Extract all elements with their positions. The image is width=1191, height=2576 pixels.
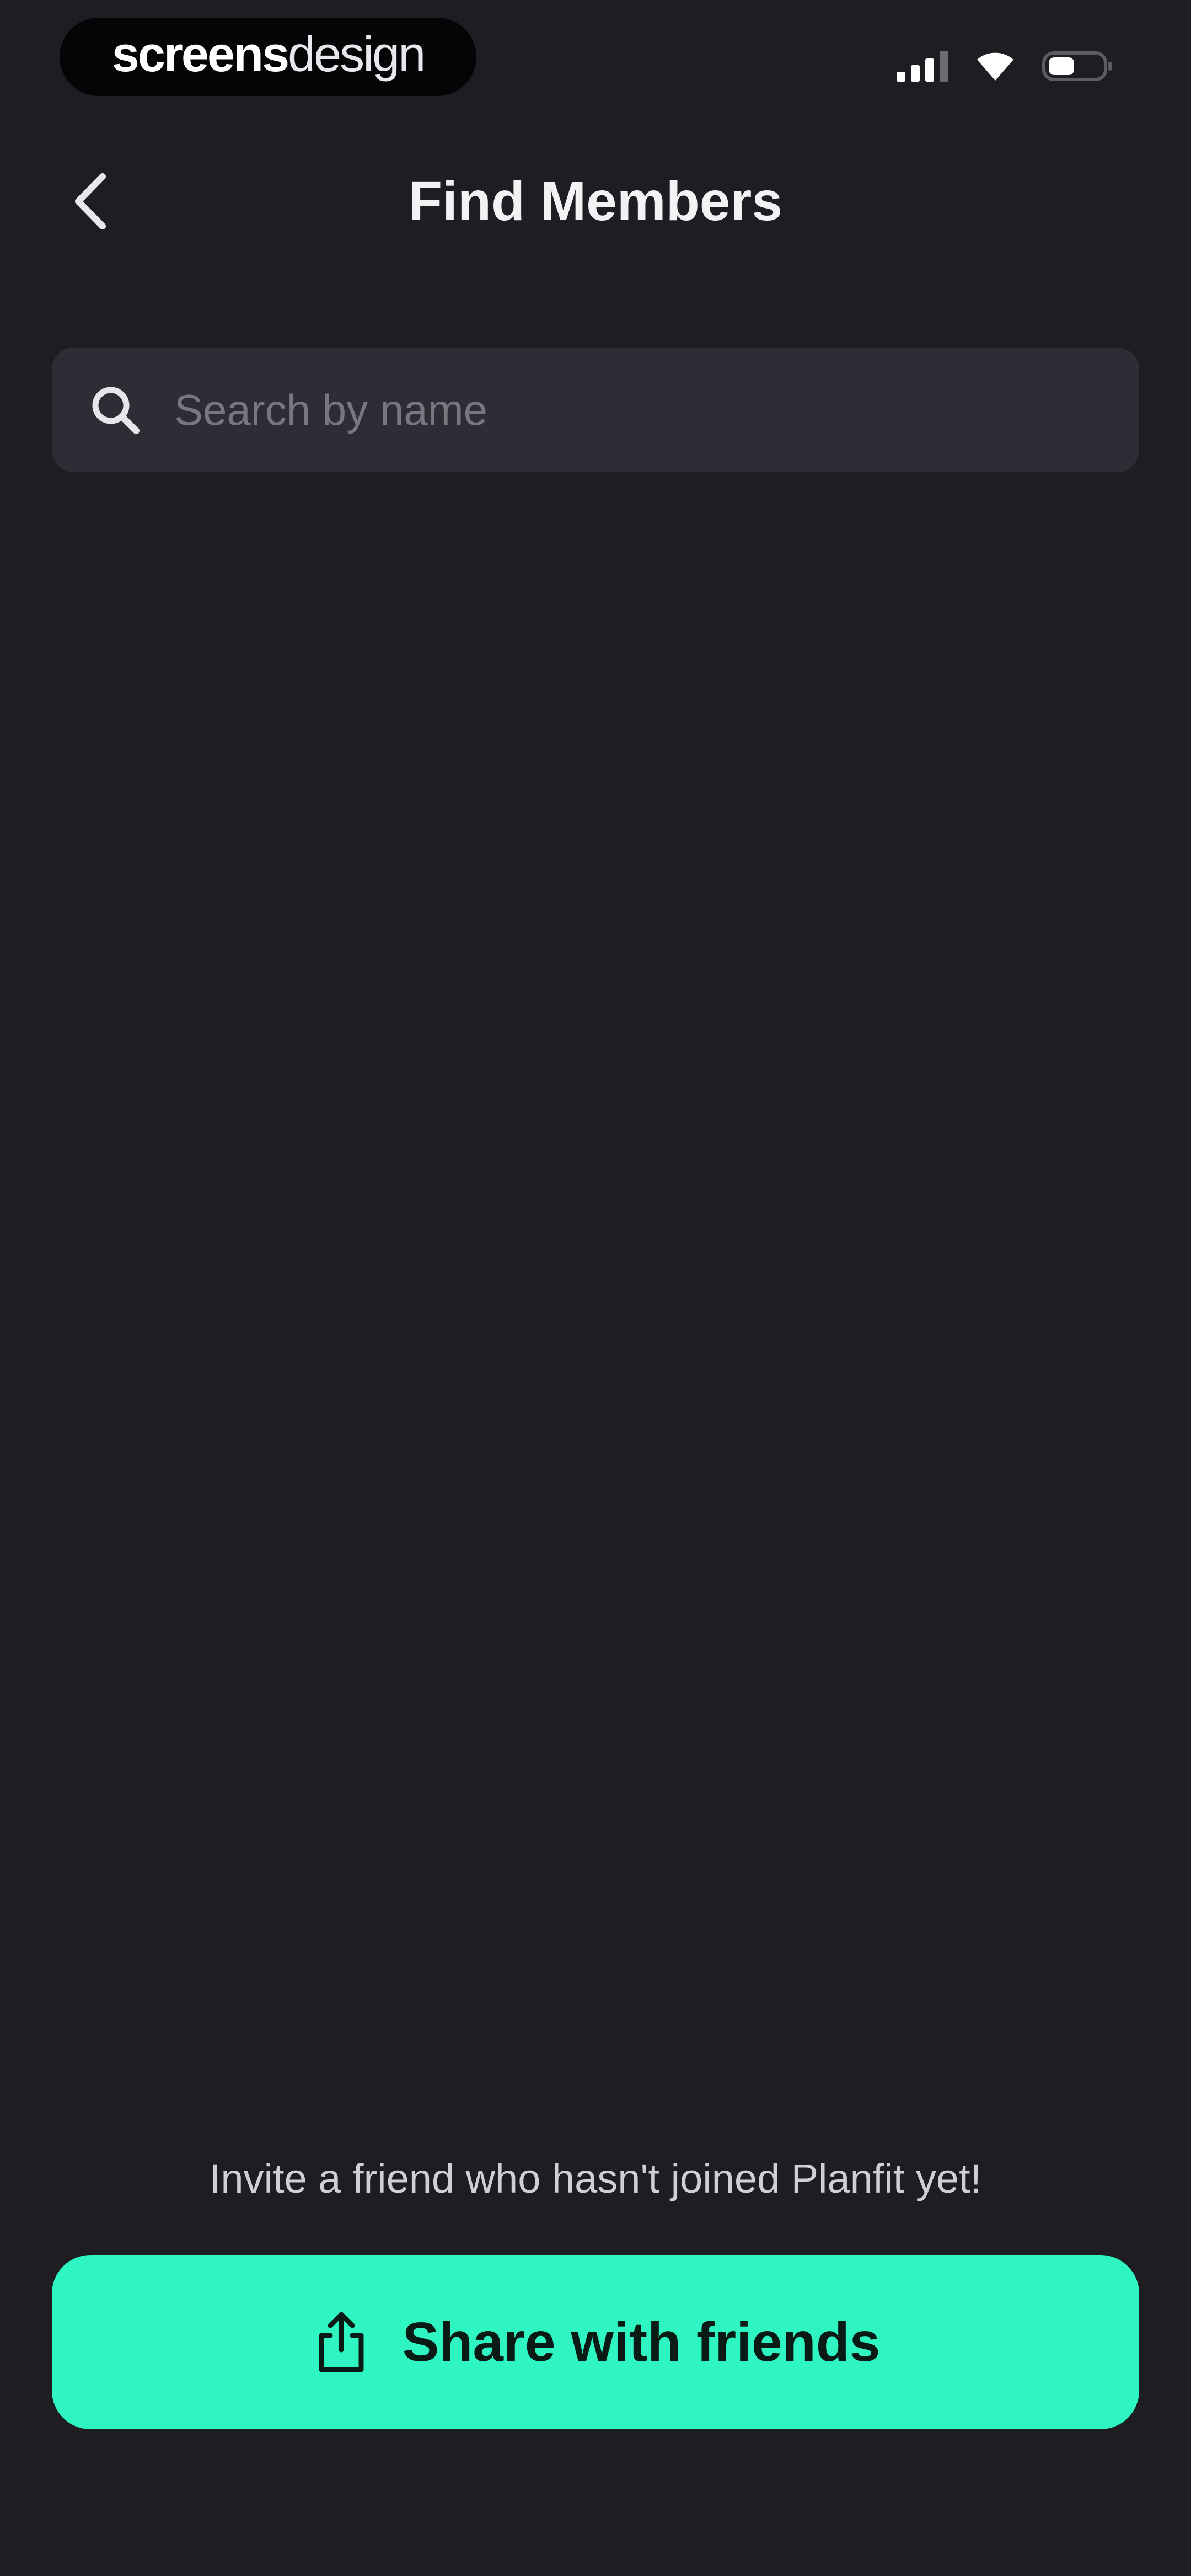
signal-icon xyxy=(897,51,948,82)
search-icon xyxy=(85,380,146,440)
wifi-icon xyxy=(976,51,1015,82)
invite-text: Invite a friend who hasn't joined Planfi… xyxy=(209,2156,982,2201)
brand-wordmark: screensdesign xyxy=(111,26,426,83)
search-input[interactable] xyxy=(173,368,1139,452)
page-title: Find Members xyxy=(409,170,782,232)
brand-logo: screensdesign xyxy=(60,18,476,96)
battery-icon xyxy=(1042,50,1114,83)
find-members-screen: screensdesign Find Members Search by nam… xyxy=(0,0,1191,2576)
share-with-friends-button[interactable]: Share with friends xyxy=(52,2255,1139,2429)
search-box[interactable] xyxy=(52,348,1139,472)
share-icon xyxy=(311,2309,372,2375)
brand-wordmark-light: design xyxy=(288,26,426,82)
brand-wordmark-bold: screens xyxy=(111,26,289,82)
status-icons xyxy=(897,50,1114,83)
share-button-label: Share with friends xyxy=(402,2311,881,2373)
